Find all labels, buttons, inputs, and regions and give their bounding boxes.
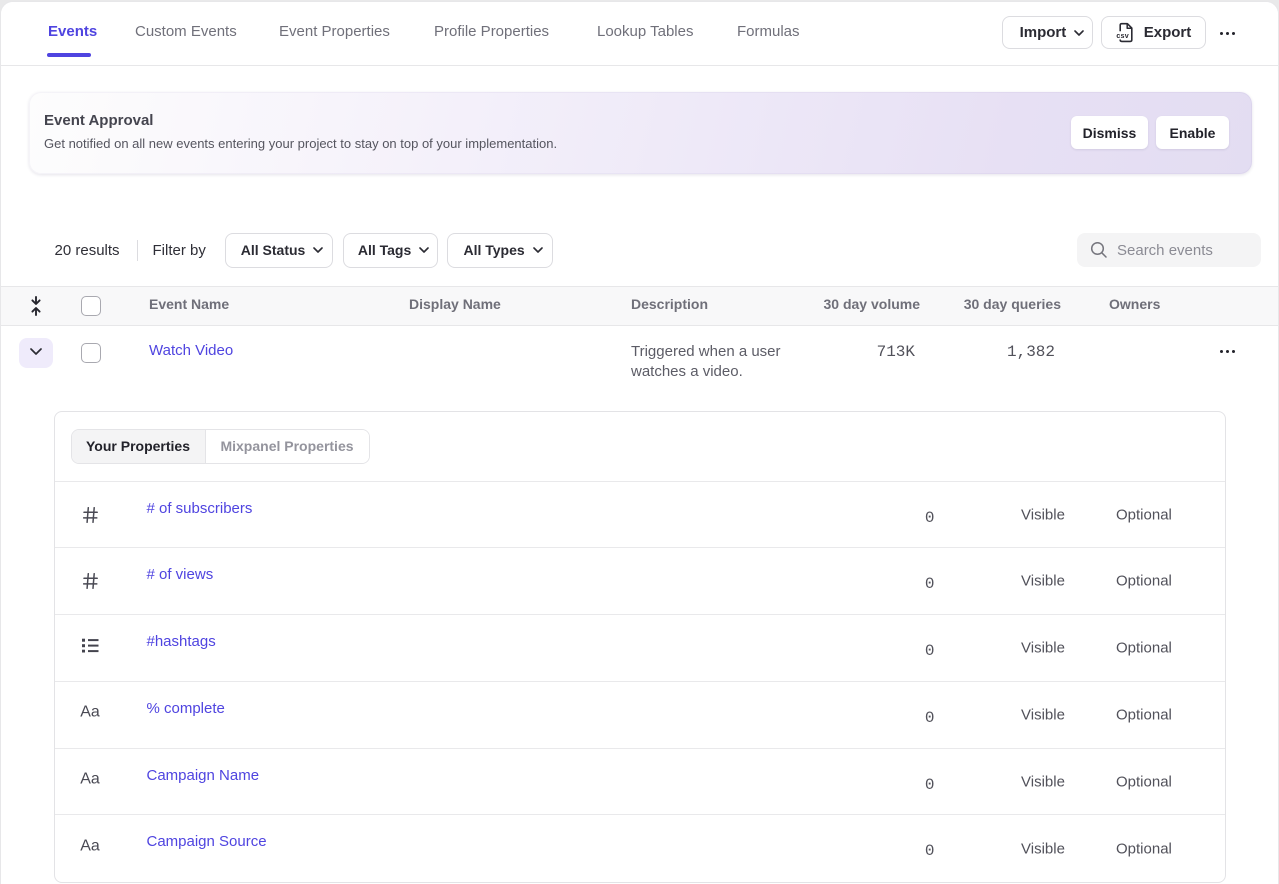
svg-text:csv: csv [1116, 33, 1129, 41]
